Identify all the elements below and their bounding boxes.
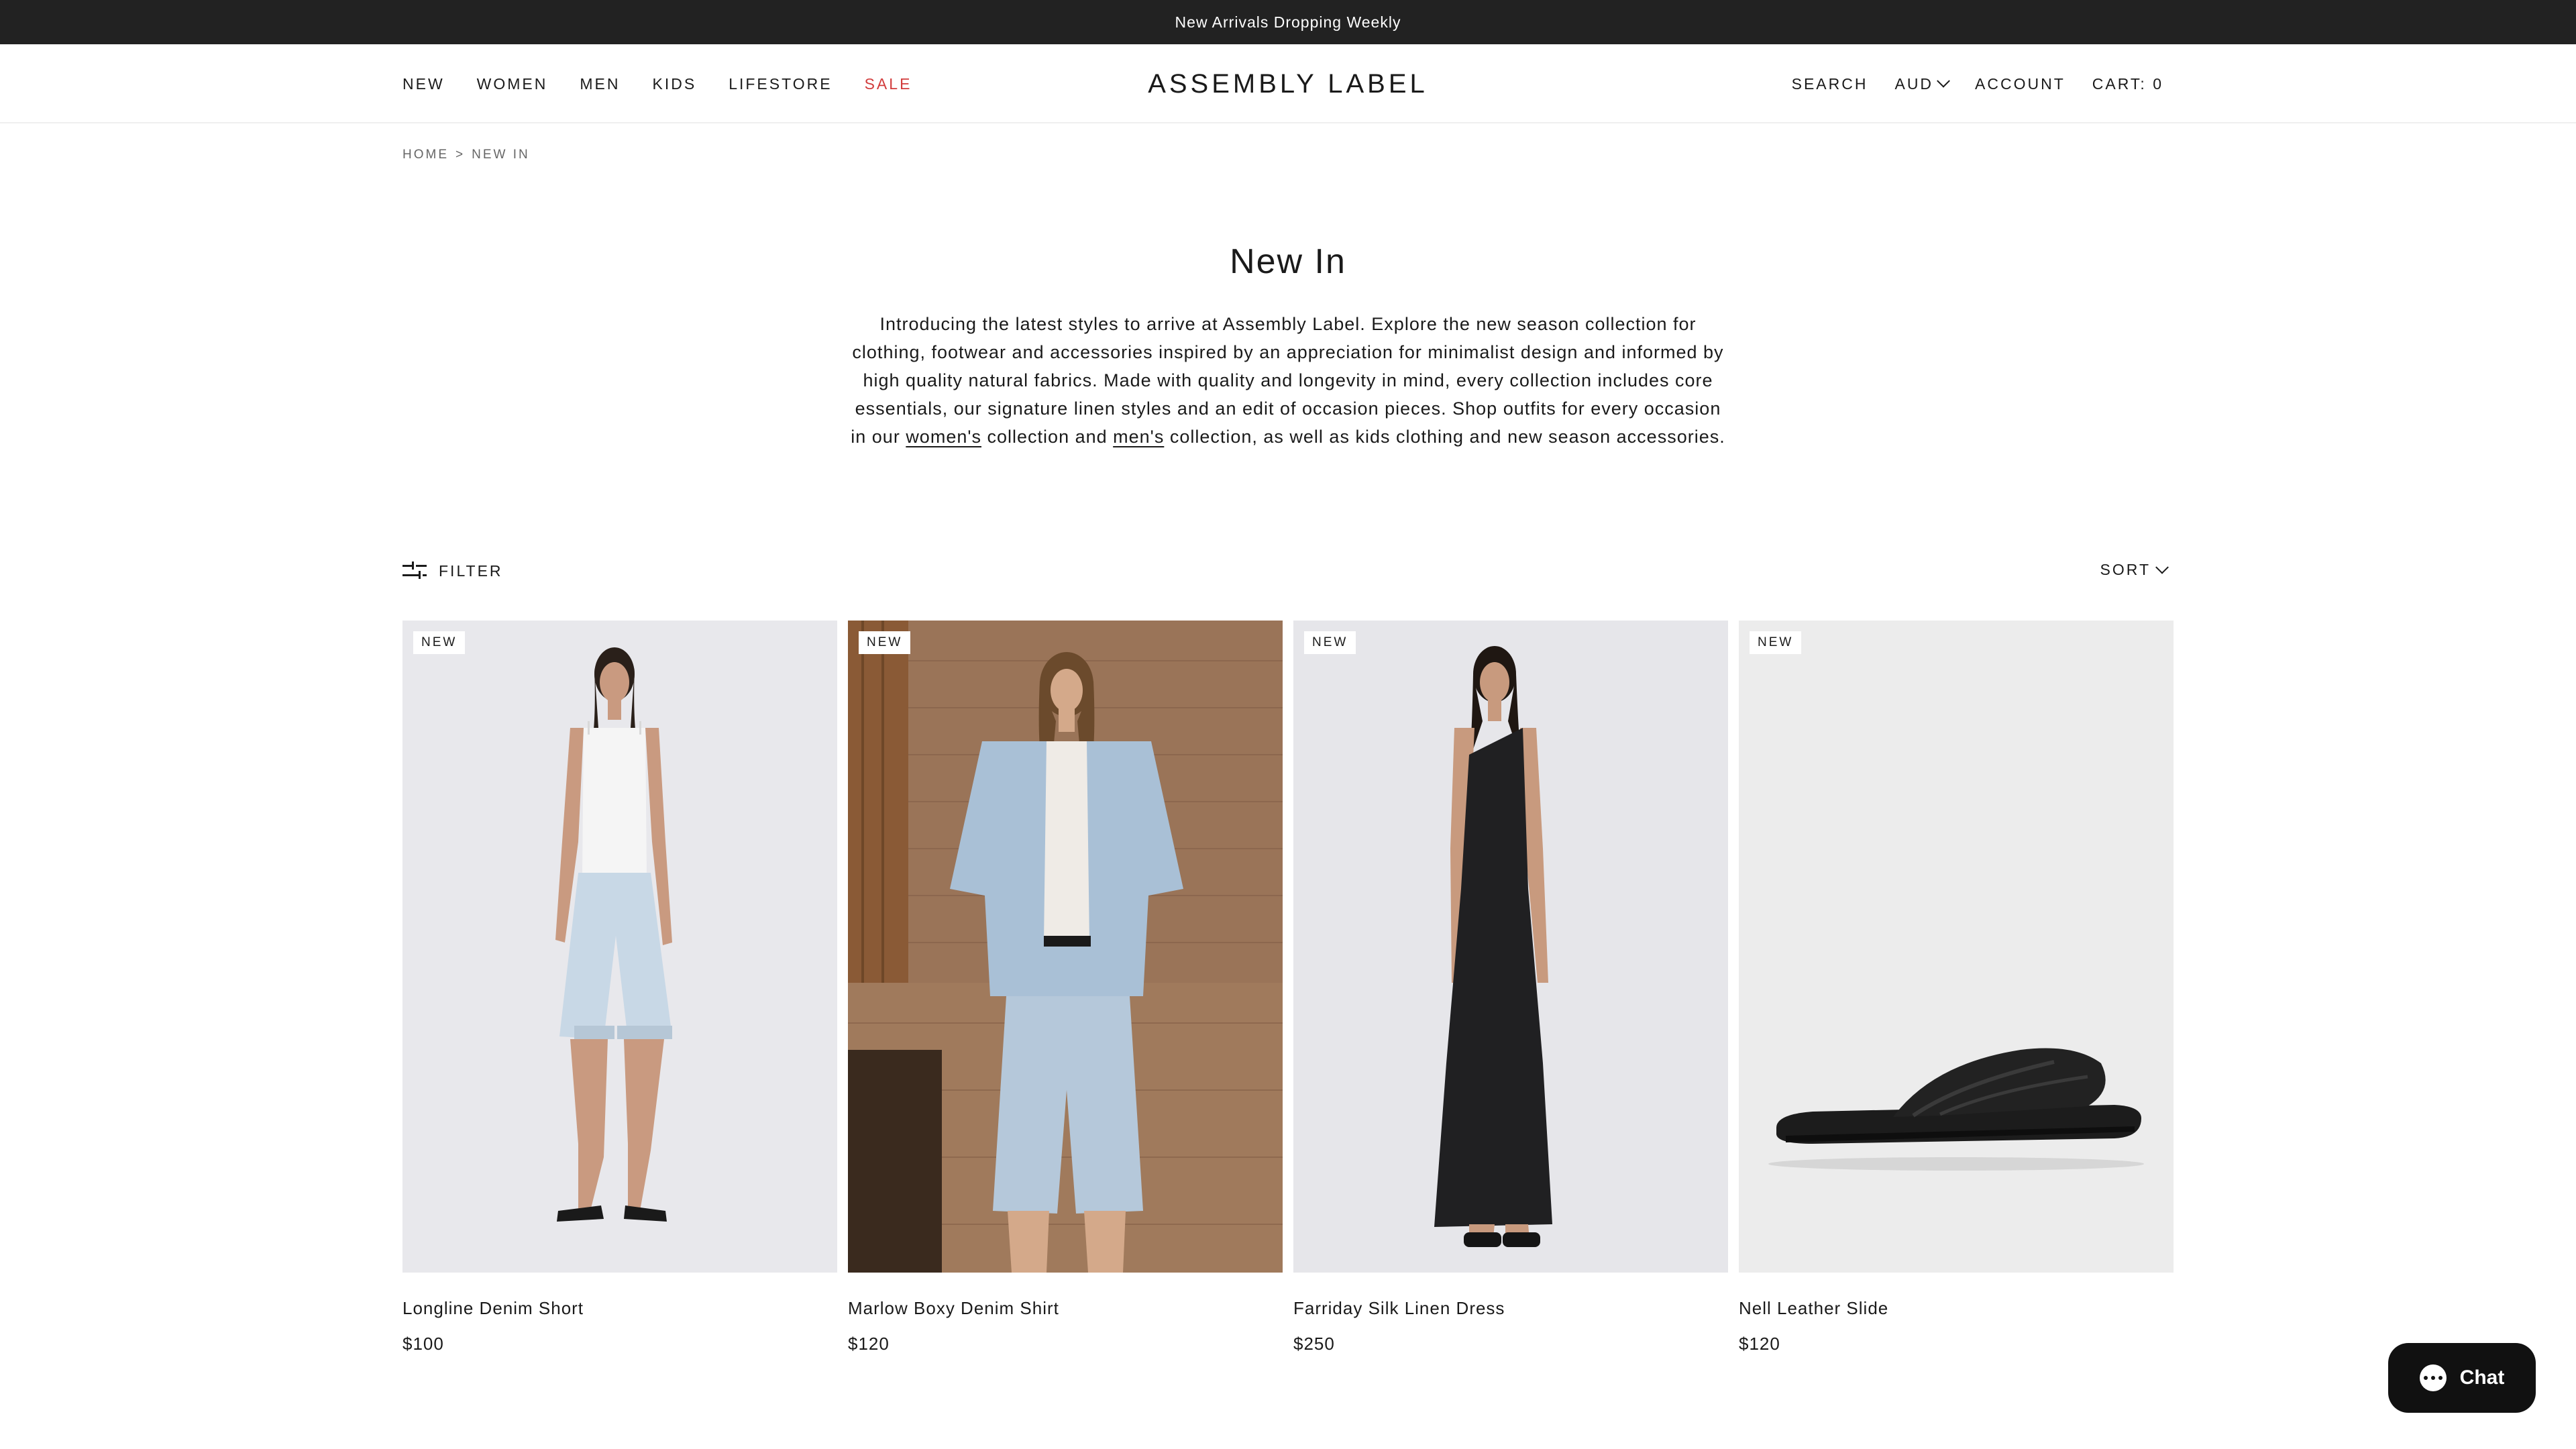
- product-price: $250: [1293, 1334, 1335, 1354]
- sort-button[interactable]: SORT: [2100, 560, 2169, 579]
- breadcrumb-separator: >: [455, 148, 466, 162]
- new-badge: NEW: [1304, 631, 1356, 654]
- intro-text-b: collection and: [981, 427, 1114, 447]
- product-name[interactable]: Farriday Silk Linen Dress: [1293, 1298, 1728, 1319]
- new-badge: NEW: [413, 631, 466, 654]
- logo-wrap: ASSEMBLY LABEL: [0, 44, 2576, 123]
- intro-text-c: collection, as well as kids clothing and…: [1164, 427, 1725, 447]
- product-name[interactable]: Longline Denim Short: [402, 1298, 837, 1319]
- sort-label: SORT: [2100, 561, 2151, 578]
- model-figure: [1293, 621, 1728, 1273]
- product-card[interactable]: NEW Longline Denim Short $100: [402, 621, 837, 1354]
- product-price: $100: [402, 1334, 444, 1354]
- product-price: $120: [848, 1334, 890, 1354]
- search-link[interactable]: SEARCH: [1792, 75, 1868, 93]
- account-link[interactable]: ACCOUNT: [1975, 75, 2065, 93]
- site-header: NEW WOMEN MEN KIDS LIFESTORE SALE ASSEMB…: [0, 44, 2576, 123]
- product-image[interactable]: NEW: [1293, 621, 1728, 1273]
- product-card[interactable]: NEW Farriday Silk Linen Dress $250: [1293, 621, 1728, 1354]
- currency-selector[interactable]: AUD: [1894, 74, 1950, 93]
- slide-shoe: [1739, 621, 2174, 1273]
- chevron-down-icon: [1937, 74, 1950, 88]
- product-image[interactable]: NEW: [402, 621, 837, 1273]
- chat-button[interactable]: Chat: [2388, 1343, 2536, 1413]
- chat-bubble-icon: [2419, 1364, 2447, 1391]
- nav-kids[interactable]: KIDS: [653, 75, 697, 93]
- primary-nav: NEW WOMEN MEN KIDS LIFESTORE SALE: [402, 44, 912, 123]
- breadcrumb-home[interactable]: HOME: [402, 148, 449, 162]
- product-price: $120: [1739, 1334, 1780, 1354]
- collection-intro: Introducing the latest styles to arrive …: [845, 310, 1731, 451]
- product-card[interactable]: NEW Marlow Boxy Denim Shirt $120: [848, 621, 1283, 1354]
- product-image[interactable]: NEW: [848, 621, 1283, 1273]
- nav-lifestore[interactable]: LIFESTORE: [729, 75, 832, 93]
- utility-nav: SEARCH AUD ACCOUNT CART: 0: [1792, 44, 2163, 123]
- announcement-text: New Arrivals Dropping Weekly: [1175, 13, 1401, 31]
- nav-new[interactable]: NEW: [402, 75, 445, 93]
- filter-button[interactable]: FILTER: [402, 561, 503, 581]
- currency-label: AUD: [1894, 74, 1934, 93]
- product-name[interactable]: Marlow Boxy Denim Shirt: [848, 1298, 1283, 1319]
- product-card[interactable]: NEW Nell Leather Slide $120: [1739, 621, 2174, 1354]
- model-figure: [402, 621, 837, 1273]
- chat-label: Chat: [2459, 1366, 2505, 1389]
- product-grid: NEW Longline Denim Short $100 NEW Marlow…: [402, 621, 2174, 1354]
- intro-link-men[interactable]: men's: [1113, 427, 1164, 447]
- announcement-bar: New Arrivals Dropping Weekly: [0, 0, 2576, 44]
- cart-link[interactable]: CART: 0: [2092, 75, 2163, 93]
- chevron-down-icon: [2155, 560, 2169, 574]
- nav-men[interactable]: MEN: [580, 75, 620, 93]
- new-badge: NEW: [859, 631, 911, 654]
- product-name[interactable]: Nell Leather Slide: [1739, 1298, 2174, 1319]
- intro-link-women[interactable]: women's: [906, 427, 981, 447]
- nav-women[interactable]: WOMEN: [477, 75, 548, 93]
- filter-label: FILTER: [439, 561, 503, 580]
- nav-sale[interactable]: SALE: [865, 75, 912, 93]
- product-image[interactable]: NEW: [1739, 621, 2174, 1273]
- filter-icon: [402, 561, 427, 581]
- model-figure: [848, 621, 1283, 1273]
- site-logo[interactable]: ASSEMBLY LABEL: [1148, 69, 1428, 99]
- breadcrumb-current: NEW IN: [472, 148, 530, 162]
- page-title: New In: [1230, 242, 1346, 281]
- breadcrumb: HOME > NEW IN: [402, 148, 530, 162]
- new-badge: NEW: [1750, 631, 1802, 654]
